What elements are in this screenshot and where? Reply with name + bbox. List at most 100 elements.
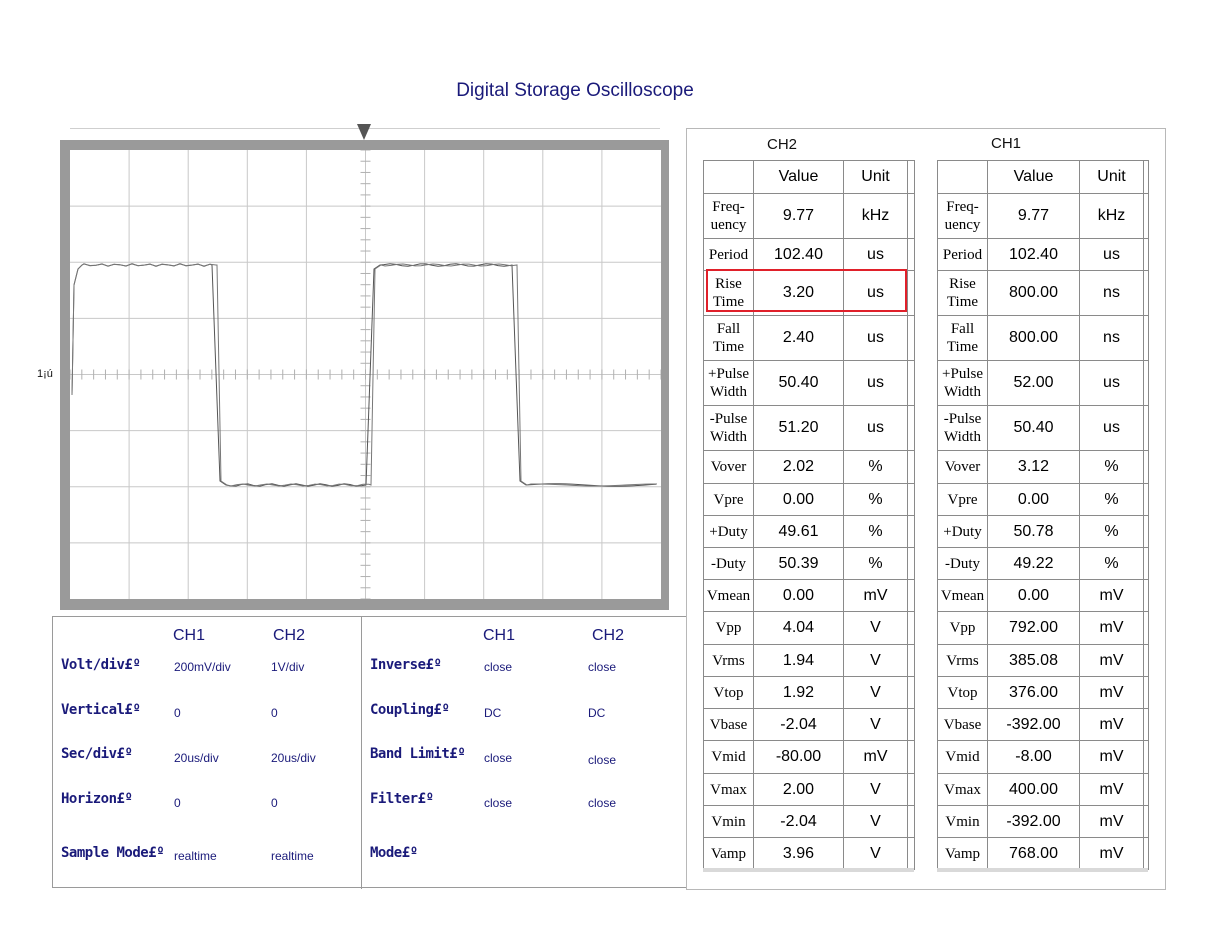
- row-end-cell: [907, 644, 915, 677]
- param-name-line1: Freq-: [712, 199, 745, 215]
- param-cell: Vmid: [703, 740, 754, 774]
- row-end-cell: [1143, 515, 1149, 548]
- unit-cell: ns: [1079, 270, 1144, 316]
- unit-cell: us: [843, 315, 908, 361]
- setting-value-ch2[interactable]: close: [588, 660, 616, 674]
- setting-value-ch1[interactable]: 0: [174, 706, 181, 720]
- table-row: Vpp 792.00 mV: [937, 611, 1149, 645]
- unit-cell: kHz: [843, 193, 908, 239]
- value-cell: 0.00: [987, 579, 1080, 612]
- param-cell: Fall Time: [937, 315, 988, 361]
- ch1-header-blank: [937, 160, 988, 194]
- setting-value-ch1[interactable]: close: [484, 796, 512, 810]
- param-cell: -Pulse Width: [703, 405, 754, 451]
- param-cell: Vmean: [703, 579, 754, 612]
- row-end-cell: [1143, 547, 1149, 580]
- ch1-header-unit: Unit: [1079, 160, 1144, 194]
- setting-value-ch1[interactable]: realtime: [174, 849, 217, 863]
- unit-cell: mV: [1079, 708, 1144, 741]
- ch2-header-blank: [703, 160, 754, 194]
- setting-value-ch2[interactable]: DC: [588, 706, 605, 720]
- param-cell: Vmid: [937, 740, 988, 774]
- setting-value-ch1[interactable]: 20us/div: [174, 751, 219, 765]
- ch2-table-scroll-edge: [703, 868, 914, 872]
- trigger-marker-icon[interactable]: [357, 124, 371, 140]
- table-row: Vtop 1.92 V: [703, 676, 915, 709]
- row-end-cell: [1143, 360, 1149, 406]
- ch2-measure-title: CH2: [767, 136, 798, 153]
- param-name: Vmax: [710, 781, 747, 798]
- param-name: Vamp: [711, 845, 746, 862]
- setting-label: Sec/div£º: [61, 746, 133, 762]
- value-cell: 2.02: [753, 450, 844, 484]
- value-cell: 50.39: [753, 547, 844, 580]
- param-cell: +Pulse Width: [937, 360, 988, 406]
- table-row: Freq-uency 9.77 kHz: [937, 193, 1149, 239]
- param-name-line1: -Pulse: [943, 411, 982, 427]
- param-name: Vmid: [711, 749, 746, 765]
- value-cell: 49.22: [987, 547, 1080, 580]
- settings-divider: [361, 617, 362, 889]
- setting-value-ch2[interactable]: realtime: [271, 849, 314, 863]
- setting-label: Band Limit£º: [370, 746, 466, 762]
- param-cell: Freq-uency: [937, 193, 988, 239]
- setting-value-ch2[interactable]: 20us/div: [271, 751, 316, 765]
- param-name: Period: [708, 246, 749, 263]
- waveform-display: [69, 149, 662, 600]
- row-end-cell: [907, 405, 915, 451]
- unit-cell: ns: [1079, 315, 1144, 361]
- value-cell: 51.20: [753, 405, 844, 451]
- value-cell: 376.00: [987, 676, 1080, 709]
- table-row: Vpp 4.04 V: [703, 611, 915, 645]
- param-cell: Vbase: [937, 708, 988, 741]
- row-end-cell: [907, 360, 915, 406]
- setting-value-ch2[interactable]: 1V/div: [271, 660, 304, 674]
- unit-cell: %: [843, 515, 908, 548]
- param-name: Vamp: [945, 845, 980, 862]
- table-row: -Duty 49.22%: [937, 547, 1149, 580]
- setting-value-ch1[interactable]: 200mV/div: [174, 660, 231, 674]
- setting-value-ch1[interactable]: DC: [484, 706, 501, 720]
- setting-value-ch1[interactable]: close: [484, 751, 512, 765]
- param-cell: Period: [937, 238, 988, 271]
- ch1-measure-table: Value Unit Freq-uency 9.77 kHz Period 102.40…: [937, 160, 1149, 870]
- setting-value-ch2[interactable]: 0: [271, 796, 278, 810]
- value-cell: 50.40: [753, 360, 844, 406]
- value-cell: -2.04: [753, 708, 844, 741]
- value-cell: 400.00: [987, 773, 1080, 806]
- param-name-line1: Fall: [950, 321, 975, 337]
- param-cell: Vmin: [937, 805, 988, 838]
- param-name: Vtop: [713, 684, 744, 701]
- param-name: -Duty: [711, 555, 746, 572]
- unit-cell: mV: [1079, 644, 1144, 677]
- row-end-cell: [907, 773, 915, 806]
- setting-value-ch1[interactable]: 0: [174, 796, 181, 810]
- ch2-header-end: [907, 160, 915, 194]
- table-row: +Duty 49.61%: [703, 515, 915, 548]
- unit-cell: mV: [1079, 579, 1144, 612]
- param-cell: Vmin: [703, 805, 754, 838]
- param-cell: Vover: [703, 450, 754, 484]
- row-end-cell: [1143, 483, 1149, 516]
- setting-value-ch2[interactable]: close: [588, 753, 616, 767]
- param-name: Vpre: [713, 491, 744, 508]
- param-name-line2: Time: [712, 339, 745, 355]
- row-end-cell: [1143, 837, 1149, 870]
- table-row: Vmax 400.00 mV: [937, 773, 1149, 806]
- channel1-ground-marker[interactable]: 1¡ú: [37, 368, 53, 380]
- unit-cell: mV: [1079, 837, 1144, 870]
- setting-value-ch2[interactable]: close: [588, 796, 616, 810]
- param-cell: Vtop: [937, 676, 988, 709]
- param-cell: Vtop: [703, 676, 754, 709]
- table-row: Vmean 0.00 mV: [703, 579, 915, 612]
- param-name: Period: [942, 246, 983, 263]
- value-cell: 1.94: [753, 644, 844, 677]
- setting-value-ch2[interactable]: 0: [271, 706, 278, 720]
- param-cell: Vpp: [703, 611, 754, 645]
- unit-cell: kHz: [1079, 193, 1144, 239]
- row-end-cell: [1143, 405, 1149, 451]
- param-name: Vover: [710, 459, 747, 475]
- unit-cell: %: [843, 450, 908, 484]
- setting-value-ch1[interactable]: close: [484, 660, 512, 674]
- unit-cell: %: [1079, 515, 1144, 548]
